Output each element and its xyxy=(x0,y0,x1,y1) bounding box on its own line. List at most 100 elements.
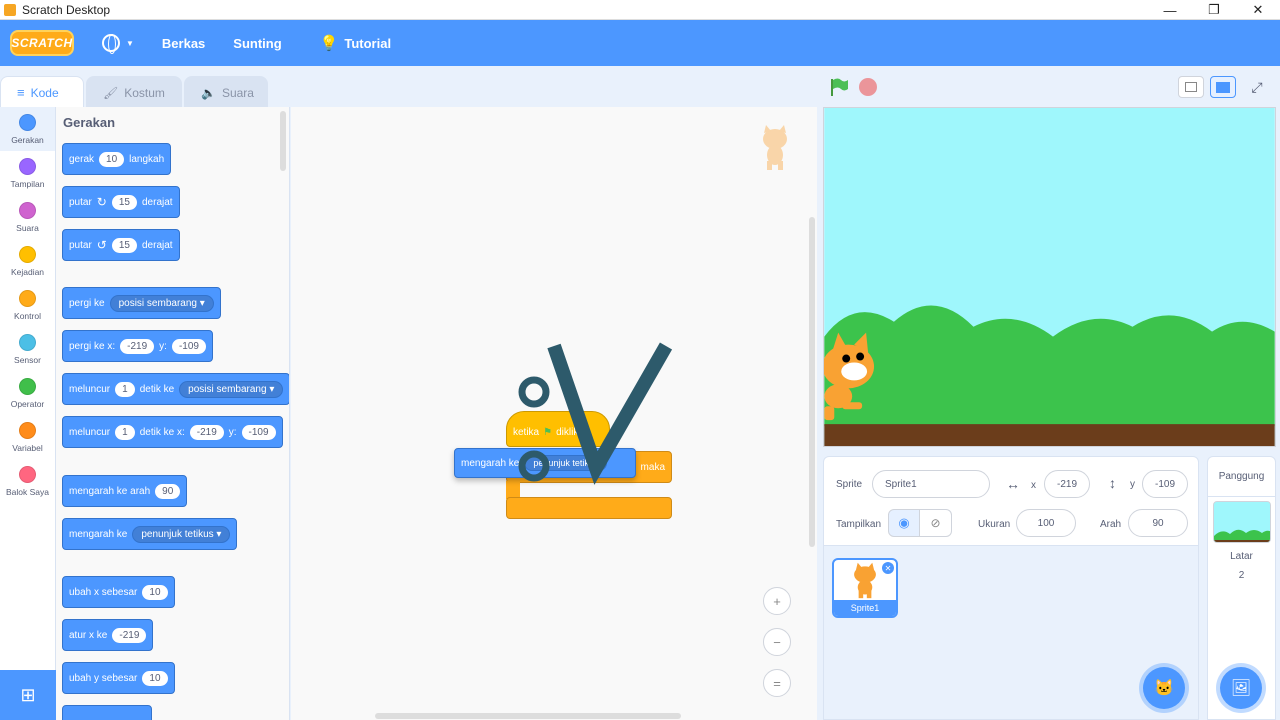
backdrop-count: 2 xyxy=(1238,570,1245,581)
app-icon xyxy=(4,3,16,16)
x-value: -219 xyxy=(1056,478,1077,490)
category-sensor[interactable]: Sensor xyxy=(0,327,55,371)
scratch-logo[interactable]: SCRATCH xyxy=(10,30,74,56)
when-flag-clicked-block[interactable]: ketika ⚑ diklik xyxy=(506,411,610,447)
language-menu[interactable]: ▼ xyxy=(88,20,148,66)
tab-costumes[interactable]: 🖌 Kostum xyxy=(86,76,182,108)
stage-target-pane[interactable]: Panggung Latar 2 🖼 xyxy=(1207,456,1276,720)
menu-sunting[interactable]: Sunting xyxy=(219,20,295,66)
show-sprite-button[interactable]: ◉ xyxy=(888,509,920,537)
small-stage-button[interactable] xyxy=(1178,76,1204,98)
backdrop-thumbnail[interactable] xyxy=(1212,501,1271,543)
block-turn-left[interactable]: putar ↺ 15 derajat xyxy=(62,229,180,261)
block-go-to-xy[interactable]: pergi ke x: -219 y: -109 xyxy=(62,330,213,362)
eye-icon: ◉ xyxy=(898,515,910,530)
x-field[interactable]: -219 xyxy=(1044,470,1090,498)
zoom-reset-button[interactable]: = xyxy=(763,669,791,697)
maximize-button[interactable]: ❐ xyxy=(1192,0,1236,20)
menu-berkas[interactable]: Berkas xyxy=(148,20,219,66)
block-input-x[interactable]: -219 xyxy=(120,338,155,354)
block-point-towards[interactable]: mengarah ke penunjuk tetikus ▾ xyxy=(62,518,238,550)
add-extension-button[interactable]: ⊞ xyxy=(0,670,56,720)
category-dot-icon xyxy=(19,333,36,351)
block-input-y[interactable]: -109 xyxy=(241,424,276,440)
direction-field[interactable]: 90 xyxy=(1128,509,1188,537)
block-text: mengarah ke arah xyxy=(69,485,151,497)
block-glide-to-xy[interactable]: meluncur 1 detik ke x: -219 y: -109 xyxy=(62,416,283,448)
block-input[interactable]: 1 xyxy=(115,424,135,440)
block-input[interactable]: 10 xyxy=(142,584,168,600)
block-input[interactable]: 90 xyxy=(155,483,181,499)
tab-code[interactable]: ≡ Kode xyxy=(0,76,84,108)
block-change-y[interactable]: ubah y sebesar 10 xyxy=(62,662,175,694)
block-point-direction[interactable]: mengarah ke arah 90 xyxy=(62,475,188,507)
category-variabel[interactable]: Variabel xyxy=(0,415,55,459)
block-set-x[interactable]: atur x ke -219 xyxy=(62,619,154,651)
category-balok-saya[interactable]: Balok Saya xyxy=(0,459,55,503)
block-input[interactable]: -219 xyxy=(112,627,147,643)
choose-sprite-button[interactable]: 🐱 xyxy=(1143,667,1185,709)
block-change-x[interactable]: ubah x sebesar 10 xyxy=(62,576,175,608)
block-input[interactable]: 15 xyxy=(111,194,137,210)
category-dot-icon xyxy=(19,289,36,307)
block-input-x[interactable]: -219 xyxy=(189,424,224,440)
block-dropdown[interactable]: penunjuk tetikus ▾ xyxy=(132,525,231,543)
block-glide-to[interactable]: meluncur 1 detik ke posisi sembarang ▾ xyxy=(62,373,289,405)
block-input[interactable]: 15 xyxy=(111,237,137,253)
block-text: derajat xyxy=(141,196,173,208)
sprite-thumbnail[interactable]: ✕ Sprite1 xyxy=(832,558,898,618)
block-partial[interactable] xyxy=(62,705,152,720)
hide-sprite-button[interactable]: ⊘ xyxy=(920,509,952,537)
zoom-out-button[interactable]: − xyxy=(763,628,791,656)
block-dropdown[interactable]: posisi sembarang ▾ xyxy=(179,380,284,398)
block-turn-right[interactable]: putar ↻ 15 derajat xyxy=(62,186,180,218)
eye-hidden-icon: ⊘ xyxy=(930,516,941,530)
workspace-horizontal-scrollbar[interactable] xyxy=(375,713,681,719)
block-dropdown[interactable]: posisi sembarang ▾ xyxy=(109,294,214,312)
vertical-arrows-icon: ↕ xyxy=(1109,475,1116,491)
workspace-vertical-scrollbar[interactable] xyxy=(809,217,815,547)
close-button[interactable]: ✕ xyxy=(1236,0,1280,20)
size-label: Ukuran xyxy=(978,519,1011,530)
zoom-in-button[interactable]: + xyxy=(763,587,791,615)
block-text: gerak xyxy=(69,153,95,165)
category-suara[interactable]: Suara xyxy=(0,195,55,239)
block-input[interactable]: 10 xyxy=(99,151,125,167)
block-dropdown[interactable]: penunjuk tetikus xyxy=(524,455,608,471)
stop-button[interactable] xyxy=(859,78,877,96)
direction-value: 90 xyxy=(1152,517,1164,529)
tab-sounds[interactable]: 🔈 Suara xyxy=(184,76,268,108)
fullscreen-button[interactable]: ⤢ xyxy=(1244,76,1270,98)
sprite-info-panel: Sprite Sprite1 ↔ x -219 ↕ y -109 Tampilk… xyxy=(823,456,1199,546)
palette-scrollbar[interactable] xyxy=(280,111,286,171)
size-field[interactable]: 100 xyxy=(1016,509,1076,537)
block-go-to[interactable]: pergi ke posisi sembarang ▾ xyxy=(62,287,221,319)
delete-sprite-button[interactable]: ✕ xyxy=(882,562,894,574)
y-field[interactable]: -109 xyxy=(1142,470,1188,498)
category-tampilan[interactable]: Tampilan xyxy=(0,151,55,195)
category-operator[interactable]: Operator xyxy=(0,371,55,415)
small-stage-icon xyxy=(1185,82,1197,92)
category-gerakan[interactable]: Gerakan xyxy=(0,107,55,151)
dragged-point-towards-block[interactable]: mengarah ke penunjuk tetikus xyxy=(454,448,636,478)
minimize-button[interactable]: — xyxy=(1148,0,1192,20)
category-kejadian[interactable]: Kejadian xyxy=(0,239,55,283)
choose-backdrop-button[interactable]: 🖼 xyxy=(1220,667,1262,709)
block-input-y[interactable]: -109 xyxy=(171,338,206,354)
block-input[interactable]: 1 xyxy=(115,381,135,397)
menu-tutorial[interactable]: 💡 Tutorial xyxy=(306,20,405,66)
title-bar: Scratch Desktop — ❐ ✕ xyxy=(0,0,1280,20)
category-kontrol[interactable]: Kontrol xyxy=(0,283,55,327)
block-text: maka xyxy=(640,461,665,473)
block-input[interactable]: 10 xyxy=(142,670,168,686)
block-move-steps[interactable]: gerak 10 langkah xyxy=(62,143,172,175)
direction-label: Arah xyxy=(1100,519,1122,530)
green-flag-button[interactable] xyxy=(829,78,849,96)
sprite-name-field[interactable]: Sprite1 xyxy=(872,470,990,498)
stage-canvas[interactable] xyxy=(823,107,1276,447)
menu-bar: SCRATCH ▼ Berkas Sunting 💡 Tutorial xyxy=(0,20,1280,66)
show-label: Tampilkan xyxy=(836,519,882,530)
script-workspace[interactable]: ketika ⚑ diklik maka mengarah ke penunju… xyxy=(291,107,817,720)
sprite-list: ✕ Sprite1 🐱 xyxy=(823,546,1199,720)
large-stage-button[interactable] xyxy=(1210,76,1236,98)
